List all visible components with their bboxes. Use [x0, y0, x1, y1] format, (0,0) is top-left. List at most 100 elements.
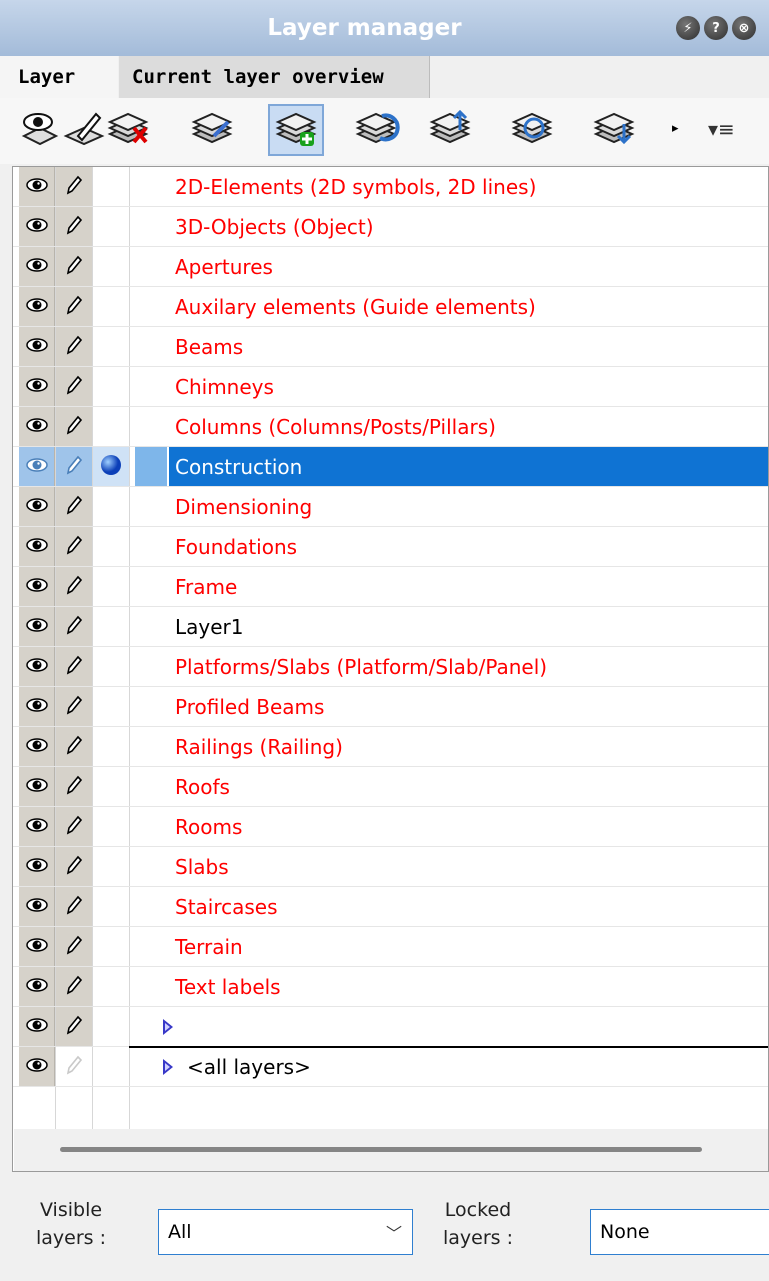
edit-toggle[interactable] — [56, 367, 92, 406]
edit-toggle[interactable] — [56, 767, 92, 806]
current-layer-indicator[interactable] — [93, 807, 129, 846]
edit-toggle[interactable] — [56, 647, 92, 686]
current-layer-indicator[interactable] — [93, 447, 129, 486]
edit-toggle[interactable] — [56, 327, 92, 366]
visibility-toggle[interactable] — [19, 527, 55, 566]
layer-row[interactable]: Columns (Columns/Posts/Pillars) — [13, 407, 768, 447]
layer-row[interactable]: Text labels — [13, 967, 768, 1007]
current-layer-indicator[interactable] — [93, 967, 129, 1006]
current-layer-indicator[interactable] — [93, 167, 129, 206]
current-layer-indicator[interactable] — [93, 407, 129, 446]
visibility-toggle[interactable] — [19, 607, 55, 646]
close-button[interactable]: ⊗ — [732, 16, 756, 40]
edit-toggle[interactable] — [56, 527, 92, 566]
edit-toggle[interactable] — [56, 1047, 92, 1086]
layer-row[interactable]: Apertures — [13, 247, 768, 287]
layer-row[interactable]: Platforms/Slabs (Platform/Slab/Panel) — [13, 647, 768, 687]
edit-toggle[interactable] — [56, 727, 92, 766]
visibility-toggle[interactable] — [19, 207, 55, 246]
horizontal-scrollbar[interactable] — [14, 1129, 768, 1171]
tab-layer[interactable]: Layer — [0, 56, 118, 98]
layer-row[interactable]: Layer1 — [13, 607, 768, 647]
current-layer-indicator[interactable] — [93, 927, 129, 966]
visibility-toggle[interactable] — [19, 807, 55, 846]
edit-properties-tool[interactable] — [184, 104, 240, 156]
edit-toggle[interactable] — [56, 487, 92, 526]
visibility-toggle[interactable] — [19, 927, 55, 966]
visibility-toggle[interactable] — [19, 367, 55, 406]
visibility-toggle[interactable] — [19, 887, 55, 926]
layer-row[interactable]: Terrain — [13, 927, 768, 967]
visibility-toggle[interactable] — [19, 687, 55, 726]
visibility-toggle[interactable] — [19, 167, 55, 206]
edit-toggle[interactable] — [56, 607, 92, 646]
visibility-toggle[interactable] — [19, 407, 55, 446]
edit-toggle[interactable] — [56, 807, 92, 846]
visibility-toggle[interactable] — [19, 647, 55, 686]
edit-toggle[interactable] — [56, 407, 92, 446]
expand-triangle-icon[interactable] — [163, 1019, 173, 1035]
layer-row[interactable]: Railings (Railing) — [13, 727, 768, 767]
visibility-toggle[interactable] — [19, 327, 55, 366]
layer-row[interactable]: 3D-Objects (Object) — [13, 207, 768, 247]
current-layer-indicator[interactable] — [93, 207, 129, 246]
current-layer-indicator[interactable] — [93, 287, 129, 326]
edit-toggle[interactable] — [56, 687, 92, 726]
edit-toggle[interactable] — [56, 247, 92, 286]
layer-row[interactable]: Frame — [13, 567, 768, 607]
current-layer-indicator[interactable] — [93, 327, 129, 366]
current-layer-indicator[interactable] — [93, 567, 129, 606]
current-layer-indicator[interactable] — [93, 527, 129, 566]
current-layer-indicator[interactable] — [93, 607, 129, 646]
layer-group-row[interactable] — [13, 1007, 768, 1047]
edit-toggle[interactable] — [56, 567, 92, 606]
current-layer-indicator[interactable] — [93, 687, 129, 726]
current-layer-indicator[interactable] — [93, 247, 129, 286]
refresh-layer-tool[interactable] — [504, 104, 560, 156]
current-layer-indicator[interactable] — [93, 647, 129, 686]
pin-button[interactable]: ⚡ — [676, 16, 700, 40]
layer-row[interactable]: Rooms — [13, 807, 768, 847]
current-layer-indicator[interactable] — [93, 487, 129, 526]
layer-row[interactable]: Auxilary elements (Guide elements) — [13, 287, 768, 327]
layer-row[interactable]: Foundations — [13, 527, 768, 567]
edit-toggle[interactable] — [56, 167, 92, 206]
visibility-toggle[interactable] — [19, 967, 55, 1006]
visible-layers-select[interactable]: All ﹀ — [158, 1209, 413, 1255]
layer-row[interactable]: Staircases — [13, 887, 768, 927]
edit-toggle[interactable] — [56, 287, 92, 326]
edit-toggle[interactable] — [56, 967, 92, 1006]
layer-row[interactable]: Construction — [13, 447, 768, 487]
edit-toggle[interactable] — [56, 447, 92, 486]
locked-layers-select[interactable]: None — [590, 1209, 769, 1255]
scrollbar-thumb[interactable] — [60, 1147, 702, 1152]
visibility-toggle[interactable] — [19, 847, 55, 886]
edit-toggle[interactable] — [56, 207, 92, 246]
layer-row[interactable]: Slabs — [13, 847, 768, 887]
current-layer-indicator[interactable] — [93, 767, 129, 806]
move-down-tool[interactable] — [586, 104, 642, 156]
expand-triangle-icon[interactable] — [163, 1059, 173, 1075]
edit-toggle[interactable] — [56, 927, 92, 966]
edit-toggle[interactable] — [56, 1007, 92, 1046]
help-button[interactable]: ? — [704, 16, 728, 40]
current-layer-indicator[interactable] — [93, 367, 129, 406]
delete-layer-tool[interactable] — [100, 104, 156, 156]
layer-row[interactable]: Chimneys — [13, 367, 768, 407]
move-up-tool[interactable] — [422, 104, 478, 156]
current-layer-indicator[interactable] — [93, 1007, 129, 1046]
visibility-toggle[interactable] — [19, 767, 55, 806]
visibility-toggle[interactable] — [19, 567, 55, 606]
current-layer-indicator[interactable] — [93, 1047, 129, 1086]
layer-row[interactable]: 2D-Elements (2D symbols, 2D lines) — [13, 167, 768, 207]
current-layer-indicator[interactable] — [93, 847, 129, 886]
visibility-toggle[interactable] — [19, 287, 55, 326]
rotate-layer-tool[interactable] — [348, 104, 404, 156]
visibility-toggle[interactable] — [19, 1007, 55, 1046]
more-tools-arrow[interactable]: ▸ — [672, 121, 679, 136]
layer-row[interactable]: Profiled Beams — [13, 687, 768, 727]
visibility-toggle[interactable] — [19, 487, 55, 526]
layer-row[interactable]: Beams — [13, 327, 768, 367]
layer-row[interactable]: Dimensioning — [13, 487, 768, 527]
tab-current-layer-overview[interactable]: Current layer overview — [119, 56, 430, 98]
